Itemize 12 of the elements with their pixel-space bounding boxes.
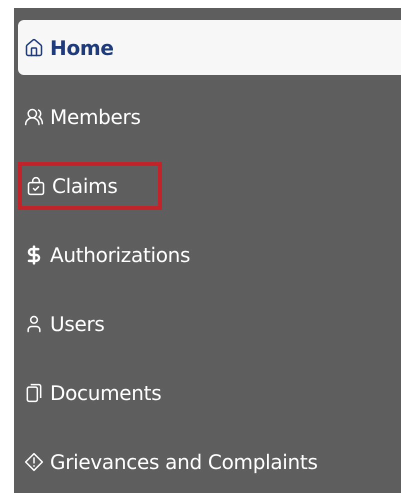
documents-icon [24, 382, 44, 402]
warning-icon [24, 452, 44, 472]
bag-check-icon [26, 176, 46, 196]
nav-item[interactable]: Grievances and Complaints [18, 434, 401, 489]
nav-item[interactable]: Members [18, 89, 401, 144]
users-icon [24, 106, 44, 126]
nav-item[interactable]: Claims [18, 162, 162, 210]
nav-item[interactable]: Home [18, 20, 401, 75]
home-icon [24, 38, 44, 58]
nav-item[interactable]: Documents [18, 365, 401, 420]
nav-item[interactable]: Authorizations [18, 227, 401, 282]
nav-item[interactable]: Users [18, 296, 401, 351]
